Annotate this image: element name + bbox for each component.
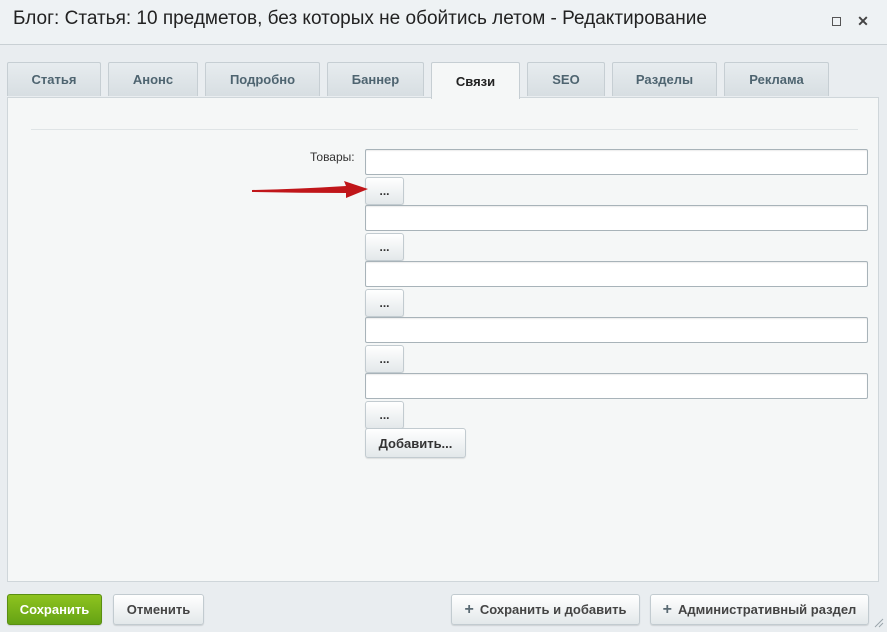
browse-button-1[interactable]: ... — [365, 177, 404, 205]
plus-icon: + — [464, 600, 474, 618]
product-input-5[interactable] — [365, 373, 868, 399]
red-arrow-icon — [252, 181, 368, 198]
divider — [31, 129, 858, 130]
tab-advertising[interactable]: Реклама — [724, 62, 829, 96]
cancel-button[interactable]: Отменить — [113, 594, 204, 625]
tab-banner[interactable]: Баннер — [327, 62, 424, 96]
admin-section-button[interactable]: + Административный раздел — [650, 594, 869, 625]
window-titlebar: Блог: Статья: 10 предметов, без которых … — [0, 0, 887, 45]
add-more-button[interactable]: Добавить... — [365, 428, 466, 458]
tab-announce[interactable]: Анонс — [108, 62, 198, 96]
tab-bar: Статья Анонс Подробно Баннер Связи SEO Р… — [0, 62, 887, 99]
product-input-3[interactable] — [365, 261, 868, 287]
save-and-add-button[interactable]: + Сохранить и добавить — [451, 594, 640, 625]
maximize-icon[interactable] — [829, 14, 843, 28]
product-input-1[interactable] — [365, 149, 868, 175]
browse-button-5[interactable]: ... — [365, 401, 404, 429]
tab-seo[interactable]: SEO — [527, 62, 605, 96]
save-and-add-label: Сохранить и добавить — [479, 602, 627, 617]
browse-button-2[interactable]: ... — [365, 233, 404, 261]
tab-links[interactable]: Связи — [431, 62, 520, 99]
window-title: Блог: Статья: 10 предметов, без которых … — [13, 8, 707, 29]
products-label: Товары: — [310, 150, 355, 164]
save-button[interactable]: Сохранить — [7, 594, 102, 625]
close-icon[interactable]: ✕ — [856, 13, 870, 29]
tab-content-panel: Товары: ... ... ... ... ... Добавить... — [7, 97, 879, 582]
resize-handle-icon[interactable] — [872, 616, 884, 628]
browse-button-3[interactable]: ... — [365, 289, 404, 317]
product-input-4[interactable] — [365, 317, 868, 343]
tab-sections[interactable]: Разделы — [612, 62, 717, 96]
tab-article[interactable]: Статья — [7, 62, 101, 96]
admin-section-label: Административный раздел — [678, 602, 857, 617]
product-input-2[interactable] — [365, 205, 868, 231]
tab-details[interactable]: Подробно — [205, 62, 320, 96]
plus-icon: + — [662, 600, 673, 618]
browse-button-4[interactable]: ... — [365, 345, 404, 373]
